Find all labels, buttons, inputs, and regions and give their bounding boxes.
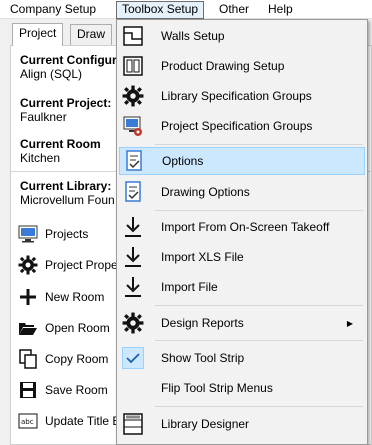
menu-item-drawing-options[interactable]: Drawing Options: [119, 178, 365, 206]
menu-separator: [155, 406, 363, 407]
menu-item-product-drawing-setup[interactable]: Product Drawing Setup: [119, 52, 365, 80]
projects-icon: [17, 223, 39, 245]
copy-room-button[interactable]: Copy Room: [17, 347, 108, 371]
import-icon: [119, 274, 147, 300]
open-room-label: Open Room: [45, 321, 110, 335]
projects-label: Projects: [45, 227, 89, 241]
svg-text:abc: abc: [21, 418, 34, 426]
menu-item-show-tool-strip[interactable]: Show Tool Strip: [119, 344, 365, 372]
menu-item-import-from-on-screen-takeoff[interactable]: Import From On-Screen Takeoff: [119, 213, 365, 241]
menu-item-label: Import From On-Screen Takeoff: [161, 220, 330, 234]
walls-icon: [119, 23, 147, 49]
new-room-label: New Room: [45, 290, 105, 304]
menu-item-import-file[interactable]: Import File: [119, 273, 365, 301]
menu-item-walls-setup[interactable]: Walls Setup: [119, 22, 365, 50]
current-configuration-label: Current Configur: [20, 53, 117, 67]
copy-icon: [17, 348, 39, 370]
tab-draw[interactable]: Draw: [70, 24, 113, 45]
menu-item-label: Design Reports: [161, 316, 244, 330]
menu-separator: [155, 305, 363, 306]
checkbox: [119, 345, 147, 371]
title-block-icon: abc: [17, 410, 39, 432]
projects-button[interactable]: Projects: [17, 222, 88, 246]
menu-separator: [155, 144, 363, 145]
product-drawing-icon: [119, 53, 147, 79]
toolbox-setup-dropdown: Walls Setup Product Drawing Setup Librar…: [116, 19, 368, 445]
new-room-button[interactable]: New Room: [17, 285, 104, 309]
current-configuration-value: Align (SQL): [20, 67, 83, 81]
options-icon: [120, 148, 148, 174]
library-designer-icon: [119, 411, 147, 437]
save-room-button[interactable]: Save Room: [17, 378, 108, 402]
current-project-value: Faulkner: [20, 110, 67, 124]
current-project: Current Project: Faulkner: [20, 96, 111, 124]
gear-icon: [17, 254, 39, 276]
update-title-block-label: Update Title B: [45, 414, 121, 428]
current-library-label: Current Library:: [20, 179, 112, 193]
project-spec-icon: [119, 113, 147, 139]
menu-item-label: Product Drawing Setup: [161, 59, 285, 73]
gear-icon: [119, 83, 147, 109]
current-room-label: Current Room: [20, 137, 101, 151]
menu-separator: [155, 340, 363, 341]
menu-item-label: Flip Tool Strip Menus: [161, 381, 273, 395]
current-project-label: Current Project:: [20, 96, 112, 110]
project-properties-button[interactable]: Project Prope: [17, 253, 118, 277]
current-room: Current Room Kitchen: [20, 137, 101, 165]
open-folder-icon: [17, 317, 39, 339]
menu-item-label: Library Designer: [161, 417, 250, 431]
import-icon: [119, 244, 147, 270]
menu-company-setup[interactable]: Company Setup: [10, 2, 96, 18]
menu-item-label: Walls Setup: [161, 29, 225, 43]
plus-icon: [17, 286, 39, 308]
import-icon: [119, 214, 147, 240]
current-room-value: Kitchen: [20, 151, 61, 165]
current-library: Current Library: Microvellum Foun: [20, 179, 115, 207]
menu-item-label: Project Specification Groups: [161, 119, 313, 133]
tab-project[interactable]: Project: [12, 23, 64, 46]
checkmark-icon: [122, 347, 144, 369]
submenu-arrow-icon: ▶: [346, 318, 353, 328]
menu-help[interactable]: Help: [268, 2, 293, 18]
menu-item-label: Options: [162, 154, 204, 168]
menu-item-library-designer[interactable]: Library Designer: [119, 410, 365, 438]
menu-toolbox-setup[interactable]: Toolbox Setup: [116, 1, 205, 19]
menu-item-project-specification-groups[interactable]: Project Specification Groups: [119, 112, 365, 140]
menu-item-label: Drawing Options: [161, 185, 250, 199]
gear-icon: [119, 310, 147, 336]
current-library-value: Microvellum Foun: [20, 193, 115, 207]
menu-item-label: Show Tool Strip: [161, 351, 245, 365]
menu-item-options[interactable]: Options: [119, 147, 365, 175]
drawing-options-icon: [119, 179, 147, 205]
save-room-label: Save Room: [45, 383, 108, 397]
menu-item-label: Import File: [161, 280, 218, 294]
menu-item-library-specification-groups[interactable]: Library Specification Groups: [119, 82, 365, 110]
save-icon: [17, 379, 39, 401]
copy-room-label: Copy Room: [45, 352, 109, 366]
menu-item-label: Import XLS File: [161, 250, 244, 264]
update-title-block-button[interactable]: abc Update Title B: [17, 409, 120, 433]
current-configuration: Current Configur Align (SQL): [20, 53, 117, 81]
open-room-button[interactable]: Open Room: [17, 316, 110, 340]
menu-other[interactable]: Other: [219, 2, 249, 18]
menu-item-label: Library Specification Groups: [161, 89, 312, 103]
project-properties-label: Project Prope: [45, 258, 118, 272]
menu-item-design-reports[interactable]: Design Reports ▶: [119, 309, 365, 337]
menu-item-import-xls-file[interactable]: Import XLS File: [119, 243, 365, 271]
menu-bar: Company Setup Toolbox Setup Other Help: [0, 0, 372, 19]
menu-item-flip-tool-strip-menus[interactable]: Flip Tool Strip Menus: [119, 374, 365, 402]
menu-separator: [155, 210, 363, 211]
